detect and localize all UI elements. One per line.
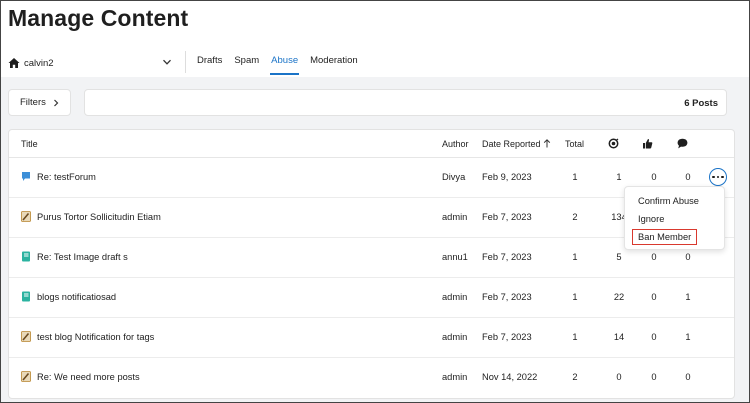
row-total: 1 [572,252,578,262]
row-total: 2 [572,372,578,382]
row-date: Feb 7, 2023 [482,212,532,222]
tab-spam[interactable]: Spam [234,55,259,77]
filters-button[interactable]: Filters [8,89,71,116]
page-header: Manage Content calvin2 Drafts Spam Abuse… [1,1,749,77]
more-dot-icon [721,175,724,179]
table-row[interactable]: blogs notificatiosad admin Feb 7, 2023 1… [9,278,734,318]
row-date: Feb 7, 2023 [482,252,532,262]
row-comments: 1 [685,332,691,342]
idea-post-icon [21,211,31,222]
row-total: 2 [572,212,578,222]
row-likes: 0 [651,372,657,382]
blog-post-icon [22,291,30,302]
tab-abuse[interactable]: Abuse [270,55,300,77]
row-author: admin [442,332,468,342]
col-date-reported[interactable]: Date Reported [482,139,541,149]
row-comments: 0 [685,252,691,262]
row-author: admin [442,212,468,222]
row-likes: 0 [651,332,657,342]
row-comments: 1 [685,292,691,302]
menu-item-ignore[interactable]: Ignore [638,214,664,224]
row-comments: 0 [685,172,691,182]
row-title[interactable]: Re: We need more posts [37,372,140,382]
content-table: Title Author Date Reported Total Re: tes… [8,129,735,399]
home-icon [8,58,20,68]
page-title: Manage Content [8,5,189,31]
row-likes: 0 [651,172,657,182]
filters-label: Filters [20,97,46,108]
menu-item-confirm-abuse[interactable]: Confirm Abuse [638,196,699,206]
tab-bar: Drafts Spam Abuse Moderation [197,55,370,77]
sort-ascending-icon[interactable] [543,139,551,148]
comment-icon[interactable] [677,138,688,149]
row-author: annu1 [442,252,468,262]
row-total: 1 [572,292,578,302]
idea-post-icon [21,331,31,342]
row-title[interactable]: Re: testForum [37,172,96,182]
forum-post-icon [22,172,30,181]
row-title[interactable]: Re: Test Image draft s [37,252,128,262]
row-actions-menu: Confirm Abuse Ignore Ban Member [624,186,725,250]
thumbs-up-icon[interactable] [642,138,653,149]
table-header: Title Author Date Reported Total [9,130,734,158]
col-total[interactable]: Total [565,139,584,149]
community-selector[interactable]: calvin2 [8,53,176,73]
row-views: 0 [616,372,622,382]
idea-post-icon [21,371,31,382]
col-title[interactable]: Title [21,139,38,149]
row-title[interactable]: Purus Tortor Sollicitudin Etiam [37,212,161,222]
row-date: Feb 7, 2023 [482,292,532,302]
menu-item-ban-member[interactable]: Ban Member [632,229,698,245]
row-title[interactable]: test blog Notification for tags [37,332,154,342]
community-name: calvin2 [24,57,54,69]
row-author: Divya [442,172,466,182]
row-author: admin [442,372,468,382]
row-views: 14 [613,332,625,342]
more-options-button[interactable] [709,168,727,186]
tab-drafts[interactable]: Drafts [197,55,222,77]
row-author: admin [442,292,468,302]
row-views: 5 [616,252,622,262]
row-comments: 0 [685,372,691,382]
row-date: Feb 7, 2023 [482,332,532,342]
row-views: 22 [613,292,625,302]
chevron-right-icon [53,99,59,106]
row-views: 1 [616,172,622,182]
tab-moderation[interactable]: Moderation [310,55,358,77]
eye-icon[interactable] [608,138,619,149]
row-title[interactable]: blogs notificatiosad [37,292,116,302]
col-author[interactable]: Author [442,139,469,149]
row-date: Nov 14, 2022 [482,372,538,382]
app-frame: Manage Content calvin2 Drafts Spam Abuse… [0,0,750,403]
table-row[interactable]: test blog Notification for tags admin Fe… [9,318,734,358]
more-dot-icon [716,175,720,179]
results-count: 6 Posts [684,98,718,109]
table-row[interactable]: Re: We need more posts admin Nov 14, 202… [9,358,734,398]
row-likes: 0 [651,292,657,302]
results-bar: 6 Posts [84,89,727,116]
divider [185,51,186,73]
row-likes: 0 [651,252,657,262]
chevron-down-icon [163,59,171,65]
more-dot-icon [712,175,715,179]
row-total: 1 [572,172,578,182]
blog-post-icon [22,251,30,262]
row-date: Feb 9, 2023 [482,172,532,182]
row-total: 1 [572,332,578,342]
